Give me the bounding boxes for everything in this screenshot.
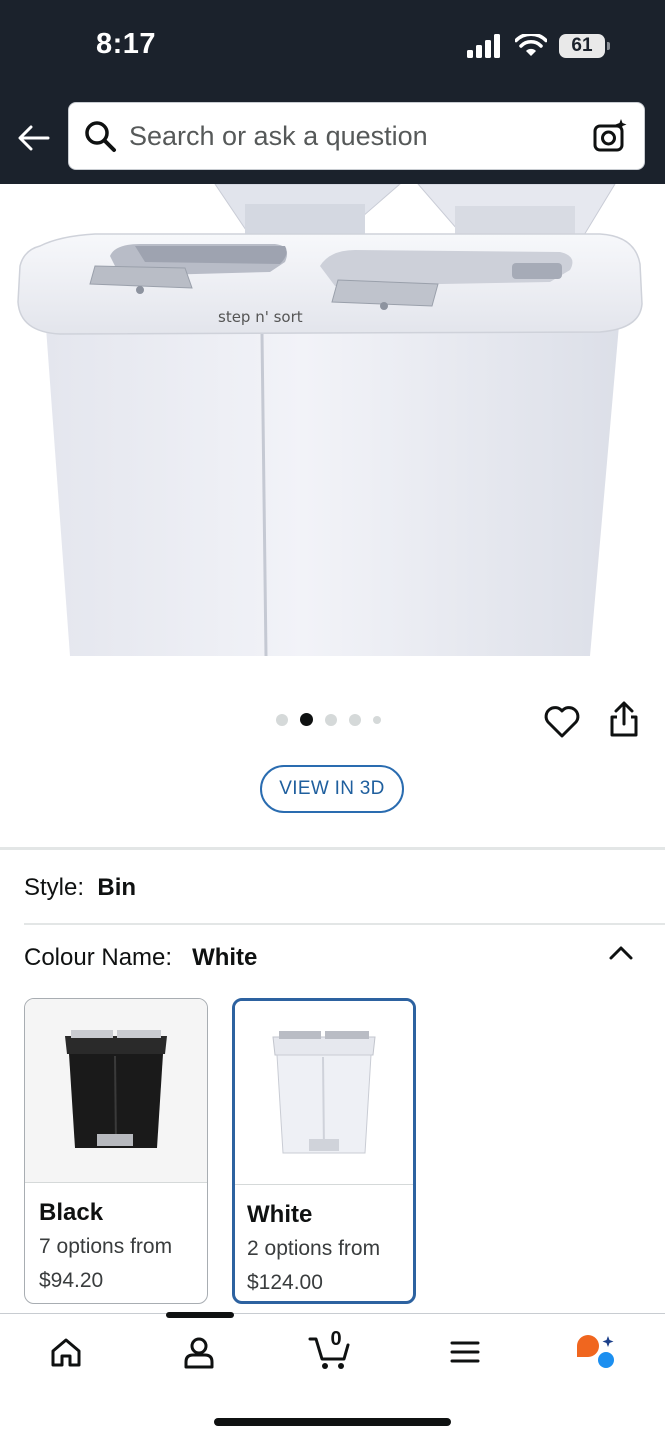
view-in-3d-button[interactable]: VIEW IN 3D <box>260 765 404 813</box>
share-icon[interactable] <box>604 700 644 740</box>
trash-bin-illustration: step n' sort <box>17 184 643 656</box>
nav-home[interactable] <box>44 1330 88 1374</box>
nav-menu[interactable] <box>443 1330 487 1374</box>
signal-icon <box>467 34 500 58</box>
option-price: $94.20 <box>39 1269 104 1292</box>
status-time: 8:17 <box>96 28 157 60</box>
option-name: Black <box>39 1199 104 1226</box>
carousel-dot[interactable] <box>373 715 381 724</box>
status-bar: 8:17 61 <box>0 0 665 90</box>
battery-icon: 61 <box>559 34 610 58</box>
carousel-dot[interactable] <box>325 713 337 726</box>
nav-ai-assistant[interactable] <box>574 1330 618 1374</box>
nav-account[interactable] <box>177 1330 221 1374</box>
back-arrow-icon[interactable] <box>16 120 52 156</box>
style-value: Bin <box>97 874 137 901</box>
option-count: 2 options from <box>247 1237 381 1260</box>
white-bin-thumbnail <box>272 1030 376 1153</box>
option-name: White <box>247 1201 313 1228</box>
product-image[interactable]: step n' sort <box>0 184 665 656</box>
carousel-dot[interactable] <box>349 713 361 726</box>
swatch-image <box>25 999 207 1183</box>
carousel-dot-active[interactable] <box>300 713 313 726</box>
nav-active-indicator <box>166 1312 234 1318</box>
chevron-up-icon[interactable] <box>606 940 636 966</box>
section-divider <box>0 847 665 850</box>
swatch-image <box>235 1001 413 1185</box>
colour-label: Colour Name: <box>24 944 173 971</box>
heart-icon[interactable] <box>542 702 582 742</box>
colour-option-black[interactable]: Black 7 options from $94.20 <box>24 998 208 1304</box>
colour-value: White <box>192 944 258 971</box>
option-price: $124.00 <box>247 1271 323 1294</box>
black-bin-thumbnail <box>65 1029 167 1148</box>
section-divider <box>24 923 665 925</box>
menu-icon <box>450 1341 480 1363</box>
home-indicator <box>214 1418 451 1426</box>
carousel-dot[interactable] <box>276 713 288 726</box>
option-count: 7 options from <box>39 1235 173 1258</box>
search-icon <box>85 121 116 152</box>
brand-text: step n' sort <box>218 308 303 326</box>
wifi-icon <box>515 34 547 56</box>
battery-level: 61 <box>571 35 593 56</box>
colour-option-white[interactable]: White 2 options from $124.00 <box>232 998 416 1304</box>
home-icon <box>51 1338 81 1367</box>
ai-assistant-icon <box>577 1335 614 1368</box>
cart-count: 0 <box>330 1328 342 1350</box>
search-header: Search or ask a question <box>0 90 665 184</box>
style-row[interactable]: Style: Bin <box>24 874 136 902</box>
account-icon <box>184 1337 214 1369</box>
search-input[interactable]: Search or ask a question <box>68 102 645 170</box>
camera-icon[interactable] <box>592 118 628 154</box>
nav-cart[interactable]: 0 <box>308 1328 352 1374</box>
search-placeholder: Search or ask a question <box>129 120 428 151</box>
image-carousel-dots[interactable] <box>276 713 381 726</box>
colour-row[interactable]: Colour Name: White <box>24 944 257 972</box>
style-label: Style: <box>24 874 85 901</box>
status-icons: 61 <box>467 30 610 62</box>
